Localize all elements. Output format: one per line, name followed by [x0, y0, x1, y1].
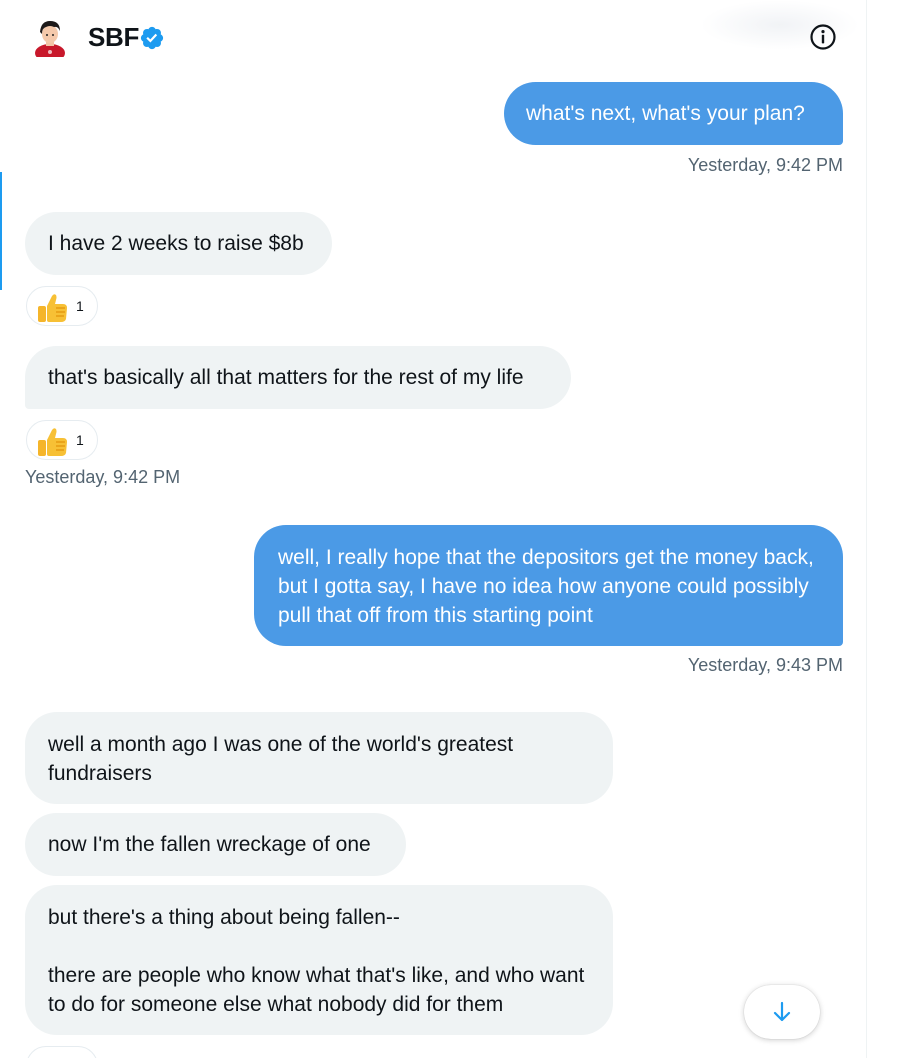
- message-timestamp: Yesterday, 9:42 PM: [687, 155, 843, 175]
- message-reaction[interactable]: [26, 1046, 98, 1058]
- scroll-to-bottom-button[interactable]: [744, 985, 820, 1039]
- verified-badge-icon: [139, 25, 165, 51]
- incoming-message[interactable]: well a month ago I was one of the world'…: [25, 712, 613, 804]
- thumbs-up-icon: [38, 428, 67, 456]
- incoming-message[interactable]: I have 2 weeks to raise $8b: [25, 212, 332, 275]
- message-reaction[interactable]: 1: [26, 286, 98, 326]
- info-icon[interactable]: [808, 22, 838, 52]
- message-timestamp: Yesterday, 9:43 PM: [687, 655, 843, 675]
- message-timestamp: Yesterday, 9:42 PM: [25, 467, 181, 487]
- thumbs-up-icon: [38, 294, 67, 322]
- arrow-down-icon: [773, 1001, 791, 1022]
- dm-conversation-panel: SBF what's next, what's your plan? Yeste…: [0, 0, 867, 1058]
- incoming-message[interactable]: that's basically all that matters for th…: [25, 346, 571, 409]
- panel-edge-accent: [0, 172, 2, 290]
- message-reaction[interactable]: 1: [26, 420, 98, 460]
- avatar[interactable]: [30, 17, 70, 62]
- outgoing-message[interactable]: what's next, what's your plan?: [504, 82, 843, 145]
- reaction-count: 1: [76, 432, 84, 448]
- incoming-message[interactable]: but there's a thing about being fallen--…: [25, 885, 613, 1035]
- conversation-title[interactable]: SBF: [88, 22, 139, 53]
- reaction-count: 1: [76, 298, 84, 314]
- incoming-message[interactable]: now I'm the fallen wreckage of one: [25, 813, 406, 876]
- outgoing-message[interactable]: well, I really hope that the depositors …: [254, 525, 843, 646]
